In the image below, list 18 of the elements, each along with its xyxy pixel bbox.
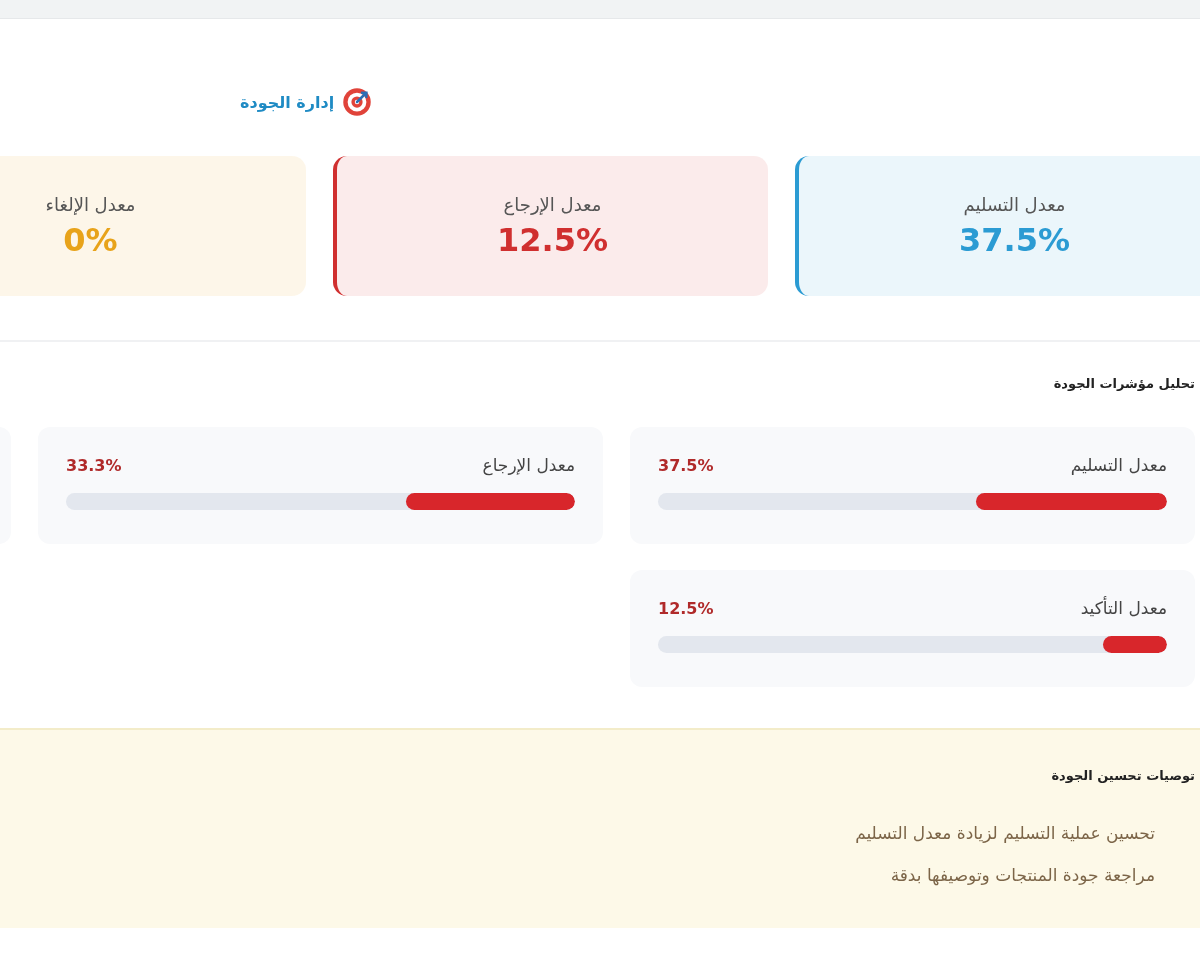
- page-title: إدارة الجودة: [240, 92, 335, 112]
- metric-value: 37.5%: [658, 455, 714, 475]
- card-label: معدل التسليم: [963, 193, 1066, 215]
- card-label: معدل الإلغاء: [45, 193, 136, 215]
- card-label: معدل الإرجاع: [503, 193, 602, 215]
- recommendation-text: تحسين عملية التسليم لزيادة معدل التسليم: [855, 823, 1155, 843]
- metric-value: 12.5%: [658, 598, 714, 618]
- card-value: 12.5%: [497, 220, 608, 259]
- target-icon: [342, 87, 373, 117]
- metric-value: 33.3%: [66, 455, 122, 475]
- metric-label: معدل التسليم: [1070, 455, 1167, 475]
- section-title: توصيات تحسين الجودة: [1050, 768, 1195, 783]
- section-title: تحليل مؤشرات الجودة: [1052, 376, 1195, 391]
- card-value: 37.5%: [959, 220, 1070, 259]
- metric-label: معدل الإرجاع: [482, 455, 575, 475]
- metric-label: معدل التأكيد: [1080, 598, 1167, 618]
- recommendation-text: مراجعة جودة المنتجات وتوصيفها بدقة: [890, 865, 1155, 885]
- card-value: 0%: [63, 220, 118, 259]
